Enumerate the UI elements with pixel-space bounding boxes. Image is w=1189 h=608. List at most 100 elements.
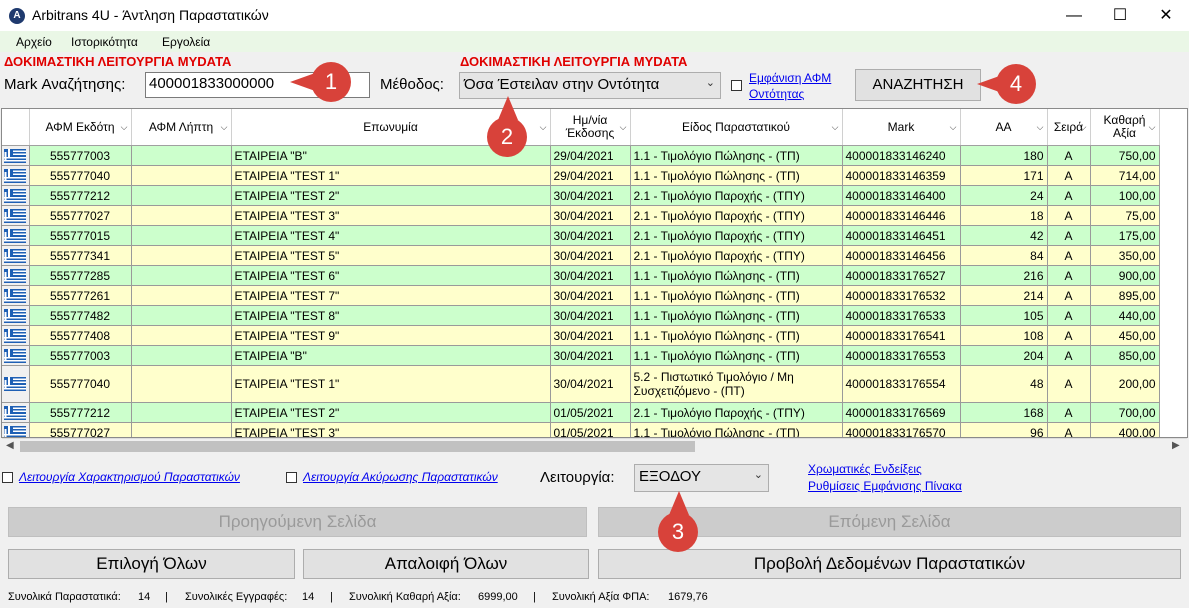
- cell-mark: 400001833176570: [842, 422, 961, 437]
- cell-series: A: [1047, 245, 1091, 266]
- cell-afm-receiver: [131, 285, 232, 306]
- header-series[interactable]: Σειρά ⌵: [1047, 109, 1091, 146]
- table-row[interactable]: 555777027 ΕΤΑΙΡΕΙΑ "TEST 3" 30/04/2021 2.1 …: [2, 205, 1160, 226]
- characterize-checkbox[interactable]: [2, 472, 13, 483]
- cell-series: A: [1047, 305, 1091, 326]
- cell-series: A: [1047, 205, 1091, 226]
- total-net-value: 6999,00: [478, 591, 518, 603]
- table-row[interactable]: 555777003 ΕΤΑΙΡΕΙΑ "Β" 30/04/2021 1.1 - Τιμ…: [2, 345, 1160, 366]
- cell-document-type: 1.1 - Τιμολόγιο Πώλησης - (ΤΠ): [630, 145, 843, 166]
- table-row[interactable]: 555777015 ΕΤΑΙΡΕΙΑ "TEST 4" 30/04/2021 2.1 …: [2, 225, 1160, 246]
- minimize-button[interactable]: —: [1051, 0, 1097, 31]
- close-button[interactable]: ✕: [1143, 0, 1189, 31]
- cell-flag: [2, 205, 30, 226]
- table-row[interactable]: 555777003 ΕΤΑΙΡΕΙΑ "Β" 29/04/2021 1.1 - Τιμ…: [2, 145, 1160, 166]
- select-all-button[interactable]: Επιλογή Όλων: [8, 549, 295, 579]
- table-row[interactable]: 555777285 ΕΤΑΙΡΕΙΑ "TEST 6" 30/04/2021 1.1 …: [2, 265, 1160, 286]
- show-afm-checkbox[interactable]: [731, 80, 742, 91]
- search-button[interactable]: ΑΝΑΖΗΤΗΣΗ: [855, 69, 981, 101]
- table-row[interactable]: 555777040 ΕΤΑΙΡΕΙΑ "TEST 1" 30/04/2021 5.2 …: [2, 365, 1160, 403]
- table-row[interactable]: 555777040 ΕΤΑΙΡΕΙΑ "TEST 1" 29/04/2021 1.1 …: [2, 165, 1160, 186]
- cell-afm-receiver: [131, 325, 232, 346]
- cell-net-value: 450,00: [1090, 325, 1160, 346]
- cell-net-value: 175,00: [1090, 225, 1160, 246]
- table-row[interactable]: 555777408 ΕΤΑΙΡΕΙΑ "TEST 9" 30/04/2021 1.1 …: [2, 325, 1160, 346]
- cell-name: ΕΤΑΙΡΕΙΑ "TEST 3": [231, 205, 551, 226]
- operation-select[interactable]: ΕΞΟΔΟΥ ⌄: [634, 464, 769, 492]
- greek-flag-icon: [4, 425, 26, 437]
- cell-issue-date: 30/04/2021: [550, 265, 631, 286]
- greek-flag-icon: [4, 248, 26, 263]
- total-vat-label: Συνολική Αξία ΦΠΑ:: [552, 591, 650, 603]
- cell-name: ΕΤΑΙΡΕΙΑ "TEST 3": [231, 422, 551, 437]
- cell-document-type: 2.1 - Τιμολόγιο Παροχής - (ΤΠΥ): [630, 245, 843, 266]
- cell-name: ΕΤΑΙΡΕΙΑ "TEST 9": [231, 325, 551, 346]
- horizontal-scroll-thumb[interactable]: [20, 441, 695, 452]
- color-legend-link[interactable]: Χρωματικές Ενδείξεις: [808, 462, 922, 476]
- header-afm-issuer[interactable]: ΑΦΜ Εκδότη ⌵: [29, 109, 132, 146]
- cell-flag: [2, 422, 30, 437]
- cell-name: ΕΤΑΙΡΕΙΑ "TEST 6": [231, 265, 551, 286]
- total-docs-value: 14: [138, 591, 151, 603]
- cancel-mode-link[interactable]: Λειτουργία Ακύρωσης Παραστατικών: [303, 470, 498, 484]
- menu-tools[interactable]: Εργολεία: [162, 35, 210, 49]
- cell-flag: [2, 265, 30, 286]
- scroll-left-icon[interactable]: ◀: [6, 440, 14, 451]
- table-row[interactable]: 555777212 ΕΤΑΙΡΕΙΑ "TEST 2" 01/05/2021 2.1 …: [2, 402, 1160, 423]
- cell-afm-receiver: [131, 165, 232, 186]
- cell-afm-issuer: 555777341: [29, 245, 132, 266]
- table-row[interactable]: 555777341 ΕΤΑΙΡΕΙΑ "TEST 5" 30/04/2021 2.1 …: [2, 245, 1160, 266]
- cell-issue-date: 30/04/2021: [550, 245, 631, 266]
- table-display-settings-link[interactable]: Ρυθμίσεις Εμφάνισης Πίνακα: [808, 479, 962, 493]
- cancel-mode-checkbox[interactable]: [286, 472, 297, 483]
- menu-file[interactable]: Αρχείο: [16, 35, 52, 49]
- cell-afm-issuer: 555777003: [29, 345, 132, 366]
- scroll-right-icon[interactable]: ▶: [1172, 440, 1180, 451]
- cell-document-type: 1.1 - Τιμολόγιο Πώλησης - (ΤΠ): [630, 305, 843, 326]
- header-document-type[interactable]: Είδος Παραστατικού ⌵: [630, 109, 843, 146]
- sort-arrow-icon: ⌵: [1079, 122, 1087, 132]
- cell-net-value: 700,00: [1090, 402, 1160, 423]
- status-separator: |: [165, 591, 168, 603]
- header-mark[interactable]: Mark ⌵: [842, 109, 961, 146]
- cell-afm-receiver: [131, 185, 232, 206]
- cell-mark: 400001833176533: [842, 305, 961, 326]
- cell-net-value: 440,00: [1090, 305, 1160, 326]
- cell-mark: 400001833176541: [842, 325, 961, 346]
- cell-series: A: [1047, 402, 1091, 423]
- table-row[interactable]: 555777482 ΕΤΑΙΡΕΙΑ "TEST 8" 30/04/2021 1.1 …: [2, 305, 1160, 326]
- callout-pointer-1: [290, 72, 318, 92]
- show-afm-link-line1[interactable]: Εμφάνιση ΑΦΜ: [749, 71, 831, 85]
- operation-select-value: ΕΞΟΔΟΥ: [639, 468, 701, 485]
- table-row[interactable]: 555777212 ΕΤΑΙΡΕΙΑ "TEST 2" 30/04/2021 2.1 …: [2, 185, 1160, 206]
- header-flag: [2, 109, 30, 146]
- cell-name: ΕΤΑΙΡΕΙΑ "TEST 1": [231, 165, 551, 186]
- header-aa[interactable]: AA ⌵: [960, 109, 1048, 146]
- cell-afm-receiver: [131, 245, 232, 266]
- header-net-value[interactable]: Καθαρή Αξία ⌵: [1090, 109, 1160, 146]
- total-docs-label: Συνολικά Παραστατικά:: [8, 591, 121, 603]
- characterize-mode-link[interactable]: Λειτουργία Χαρακτηρισμού Παραστατικών: [19, 470, 240, 484]
- deselect-all-button[interactable]: Απαλοιφή Όλων: [303, 549, 589, 579]
- table-row[interactable]: 555777027 ΕΤΑΙΡΕΙΑ "TEST 3" 01/05/2021 1.1 …: [2, 422, 1160, 437]
- cell-afm-receiver: [131, 225, 232, 246]
- menu-history[interactable]: Ιστορικότητα: [71, 35, 138, 49]
- previous-page-button[interactable]: Προηγούμενη Σελίδα: [8, 507, 587, 537]
- cell-document-type: 1.1 - Τιμολόγιο Πώλησης - (ΤΠ): [630, 265, 843, 286]
- show-afm-link-line2[interactable]: Οντότητας: [749, 87, 804, 101]
- cell-flag: [2, 345, 30, 366]
- cell-issue-date: 30/04/2021: [550, 205, 631, 226]
- view-documents-button[interactable]: Προβολή Δεδομένων Παραστατικών: [598, 549, 1181, 579]
- total-vat-value: 1679,76: [668, 591, 708, 603]
- method-select[interactable]: Όσα Έστειλαν στην Οντότητα ⌄: [459, 72, 721, 99]
- cell-issue-date: 30/04/2021: [550, 345, 631, 366]
- sort-arrow-icon: ⌵: [1036, 122, 1044, 132]
- documents-grid[interactable]: ΑΦΜ Εκδότη ⌵ ΑΦΜ Λήπτη ⌵ Επωνυμία ⌵ Ημ/νία …: [1, 108, 1188, 438]
- maximize-button[interactable]: ☐: [1097, 0, 1143, 31]
- cell-flag: [2, 245, 30, 266]
- header-issue-date[interactable]: Ημ/νία Έκδοσης ⌵: [550, 109, 631, 146]
- table-header-row: ΑΦΜ Εκδότη ⌵ ΑΦΜ Λήπτη ⌵ Επωνυμία ⌵ Ημ/νία …: [2, 109, 1160, 146]
- header-afm-receiver[interactable]: ΑΦΜ Λήπτη ⌵: [131, 109, 232, 146]
- cell-name: ΕΤΑΙΡΕΙΑ "TEST 2": [231, 185, 551, 206]
- table-row[interactable]: 555777261 ΕΤΑΙΡΕΙΑ "TEST 7" 30/04/2021 1.1 …: [2, 285, 1160, 306]
